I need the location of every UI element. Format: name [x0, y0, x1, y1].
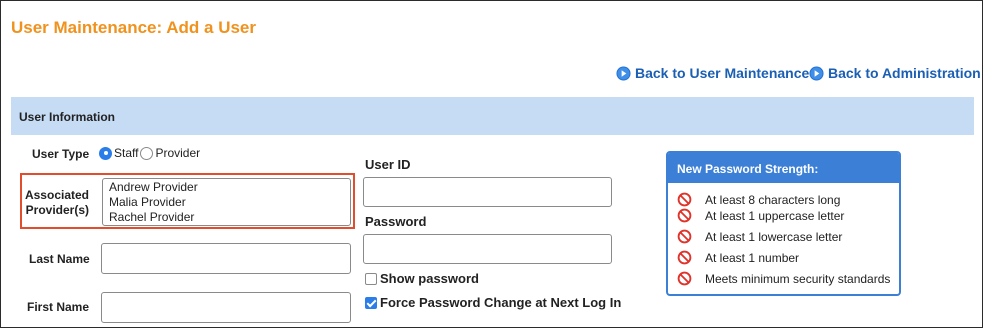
password-label: Password	[365, 214, 427, 229]
show-password-checkbox[interactable]	[365, 272, 377, 285]
password-strength-panel: New Password Strength: At least 8 charac…	[666, 151, 901, 296]
password-rule-text: At least 1 number	[705, 250, 800, 265]
password-rule-text: At least 1 uppercase letter	[705, 208, 845, 223]
user-type-label: User Type	[32, 147, 90, 161]
page-frame: User Maintenance: Add a User Back to Use…	[0, 0, 983, 328]
back-to-administration-label: Back to Administration	[828, 65, 981, 81]
page-title: User Maintenance: Add a User	[11, 18, 256, 37]
show-password-row: Show password	[365, 271, 479, 286]
user-id-label: User ID	[365, 157, 411, 172]
no-entry-icon	[677, 271, 692, 286]
password-input[interactable]	[363, 234, 612, 264]
back-to-user-maintenance-link[interactable]: Back to User Maintenance	[616, 65, 809, 81]
last-name-input[interactable]	[101, 243, 351, 274]
password-rule-text: At least 1 lowercase letter	[705, 229, 843, 244]
password-rule: At least 1 number	[677, 250, 799, 265]
staff-radio[interactable]	[99, 146, 112, 160]
no-entry-icon	[677, 229, 692, 244]
no-entry-icon	[677, 250, 692, 265]
associated-providers-listbox[interactable]: Andrew Provider Malia Provider Rachel Pr…	[102, 178, 351, 226]
back-to-administration-link[interactable]: Back to Administration	[809, 65, 981, 81]
force-password-change-checkbox[interactable]	[365, 296, 377, 309]
last-name-label: Last Name	[29, 252, 90, 266]
section-title: User Information	[19, 110, 116, 124]
provider-option[interactable]: Rachel Provider	[109, 210, 350, 225]
password-rule: At least 8 characters long	[677, 192, 840, 207]
force-password-change-row: Force Password Change at Next Log In	[365, 295, 621, 310]
password-rule: At least 1 lowercase letter	[677, 229, 842, 244]
staff-radio-label[interactable]: Staff	[114, 146, 138, 160]
provider-option[interactable]: Andrew Provider	[109, 180, 350, 195]
password-rule-text: At least 8 characters long	[705, 192, 841, 207]
user-id-input[interactable]	[363, 177, 612, 207]
password-rule: At least 1 uppercase letter	[677, 208, 844, 223]
provider-radio[interactable]	[140, 146, 154, 160]
arrow-right-icon	[809, 65, 824, 81]
provider-option[interactable]: Malia Provider	[109, 195, 350, 210]
password-rule: Meets minimum security standards	[677, 271, 890, 286]
user-type-radio-group: Staff Provider	[99, 146, 202, 160]
arrow-right-icon	[616, 65, 631, 81]
no-entry-icon	[677, 192, 692, 207]
password-strength-title: New Password Strength:	[668, 153, 899, 183]
first-name-label: First Name	[27, 300, 90, 314]
provider-radio-label[interactable]: Provider	[155, 146, 200, 160]
associated-providers-label: Associated Provider(s)	[24, 188, 89, 217]
force-password-change-label[interactable]: Force Password Change at Next Log In	[380, 295, 621, 310]
show-password-label[interactable]: Show password	[380, 271, 479, 286]
first-name-input[interactable]	[101, 292, 351, 323]
back-to-user-maintenance-label: Back to User Maintenance	[635, 65, 810, 81]
no-entry-icon	[677, 208, 692, 223]
password-rule-text: Meets minimum security standards	[705, 271, 891, 286]
section-header: User Information	[11, 97, 974, 135]
